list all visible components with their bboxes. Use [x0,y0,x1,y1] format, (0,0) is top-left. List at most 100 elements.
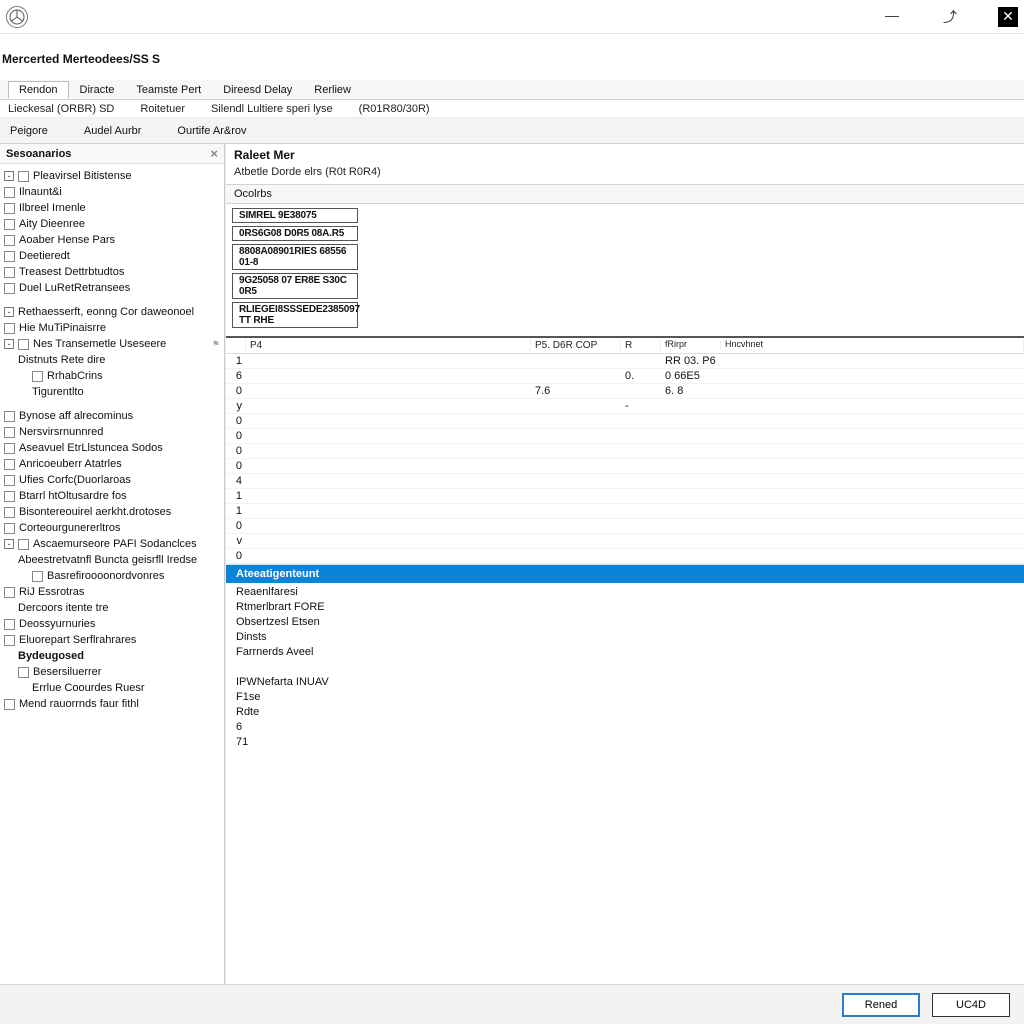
node-icon [18,539,29,550]
grid-col-1[interactable]: P4 [246,340,531,351]
command-button[interactable]: 8808A08901RIES 68556 01-8 [232,244,358,270]
toolbar-item-b[interactable]: Audel Aurbr [84,125,141,137]
primary-action-button[interactable]: Rened [842,993,920,1017]
detail-row: 6 [236,720,1014,735]
tree-node[interactable]: Mend rauorrnds faur fithl [4,696,220,712]
ribbon-tab-0[interactable]: Rendon [8,81,69,99]
detail-list: ReaenlfaresiRtmerlbrart FOREObsertzesl E… [226,583,1024,752]
secondary-action-button[interactable]: UC4D [932,993,1010,1017]
table-row[interactable]: v [226,534,1024,549]
command-button[interactable]: SIMREL 9E38075 [232,208,358,223]
tree-node[interactable]: - Ascaemurseore PAFI Sodanclces [4,536,220,552]
expand-icon[interactable]: - [4,539,14,549]
sidebar-close-icon[interactable]: × [210,146,218,161]
node-icon [4,587,15,598]
tree-node[interactable]: - Pleavirsel Bitistense [4,168,220,184]
table-row[interactable]: 0 [226,549,1024,564]
table-row[interactable]: 1 [226,489,1024,504]
table-row[interactable]: y- [226,399,1024,414]
table-row[interactable]: 1 [226,504,1024,519]
table-row[interactable]: 0 [226,444,1024,459]
ribbon-tab-4[interactable]: Rerliew [303,81,362,99]
node-label: Ilbreel Irnenle [19,200,86,216]
tree-node[interactable]: Ufies Corfc(Duorlaroas [4,472,220,488]
tree-node[interactable]: Basrefiroooonordvonres [4,568,220,584]
ribbon-tab-2[interactable]: Teamste Pert [125,81,212,99]
tree-node[interactable]: -Nes Transemetle Useseere⚑ [4,336,220,352]
tree-node[interactable]: RrhabCrins [4,368,220,384]
command-button[interactable]: RLIEGEI8SSSEDE2385097 TT RHE [232,302,358,328]
tree-node[interactable]: -Rethaesserft, eonng Cor daweonoel [4,304,220,320]
table-row[interactable]: 1RR 03. P6 [226,354,1024,369]
node-label: Ascaemurseore PAFI Sodanclces [33,536,197,552]
tree-node[interactable]: Aity Dieenree [4,216,220,232]
subribbon-d: (R01R80/30R) [359,103,430,115]
tree-node[interactable]: Ilnaunt&i [4,184,220,200]
node-label: Pleavirsel Bitistense [33,168,131,184]
cell: 7.6 [531,385,621,397]
expand-icon[interactable]: - [4,307,14,317]
tree-node[interactable]: Bydeugosed [4,648,220,664]
ribbon-tab-1[interactable]: Diracte [69,81,126,99]
tree-node[interactable]: Deetieredt [4,248,220,264]
grid-col-0[interactable] [226,340,246,351]
tree-node[interactable]: Hie MuTiPinaisrre [4,320,220,336]
tree-node[interactable]: Btarrl htOltusardre fos [4,488,220,504]
pin-icon[interactable]: ⚑ [212,336,220,352]
toolbar-item-a[interactable]: Peigore [10,125,48,137]
node-label: Basrefiroooonordvonres [47,568,164,584]
command-button[interactable]: 9G25058 07 ER8E S30C 0R5 [232,273,358,299]
tree-node[interactable]: Besersiluerrer [4,664,220,680]
window-close-button[interactable]: ✕ [998,7,1018,27]
tree-node[interactable]: Corteourgunererltros [4,520,220,536]
tree-node[interactable]: RiJ Essrotras [4,584,220,600]
tree-node[interactable]: Deossyurnuries [4,616,220,632]
table-row[interactable]: 60.0 66E5 [226,369,1024,384]
node-icon [4,203,15,214]
window-minimize-button[interactable]: — [882,7,902,27]
grid-col-4[interactable]: fRirpr [661,340,721,351]
tree-node[interactable]: Treasest Dettrbtudtos [4,264,220,280]
cell: v [226,535,246,547]
node-label: Aseavuel EtrLlstuncea Sodos [19,440,163,456]
tree-node[interactable]: Tigurentlto [4,384,220,400]
detail-section-header: Ateeatigenteunt [226,565,1024,583]
node-icon [18,667,29,678]
cell: 0 [226,430,246,442]
tree-node[interactable]: Distnuts Rete dire [4,352,220,368]
node-icon [4,491,15,502]
table-row[interactable]: 0 [226,519,1024,534]
toolbar-item-c[interactable]: Ourtife Ar&rov [177,125,246,137]
tree-node[interactable]: Aseavuel EtrLlstuncea Sodos [4,440,220,456]
tree-node[interactable]: Duel LuRetRetransees [4,280,220,296]
ribbon-tab-3[interactable]: Direesd Delay [212,81,303,99]
tree-node[interactable]: Ilbreel Irnenle [4,200,220,216]
table-row[interactable]: 0 [226,459,1024,474]
grid-col-5[interactable]: Hncvhnet [721,340,1024,351]
tree-node[interactable]: Nersvirsrnunnred [4,424,220,440]
table-row[interactable]: 07.66. 8 [226,384,1024,399]
cell: 0. [621,370,661,382]
table-row[interactable]: 0 [226,429,1024,444]
subribbon-b: Roitetuer [140,103,185,115]
table-row[interactable]: 4 [226,474,1024,489]
node-label: Deossyurnuries [19,616,95,632]
tree-node[interactable]: Dercoors itente tre [4,600,220,616]
table-row[interactable]: 0 [226,414,1024,429]
tree-node[interactable]: Errlue Coourdes Ruesr [4,680,220,696]
window-restore-button[interactable]: ⤴ [940,7,960,27]
grid-col-2[interactable]: P5. D6R COP [531,340,621,351]
cell: 6. 8 [661,385,721,397]
tree-node[interactable]: Bynose aff alrecominus [4,408,220,424]
tree-node[interactable]: Abeestretvatnfl Buncta geisrfll Iredse [4,552,220,568]
detail-row: Farrnerds Aveel [236,645,1014,660]
grid-col-3[interactable]: R [621,340,661,351]
tree-node[interactable]: Eluorepart Serflrahrares [4,632,220,648]
expand-icon[interactable]: - [4,171,14,181]
tree-node[interactable]: Bisontereouirel aerkht.drotoses [4,504,220,520]
tree-node[interactable]: Anricoeuberr Atatrles [4,456,220,472]
tree-node[interactable]: Aoaber Hense Pars [4,232,220,248]
expand-icon[interactable]: - [4,339,14,349]
command-button[interactable]: 0RS6G08 D0R5 08A.R5 [232,226,358,241]
node-label: Bynose aff alrecominus [19,408,133,424]
